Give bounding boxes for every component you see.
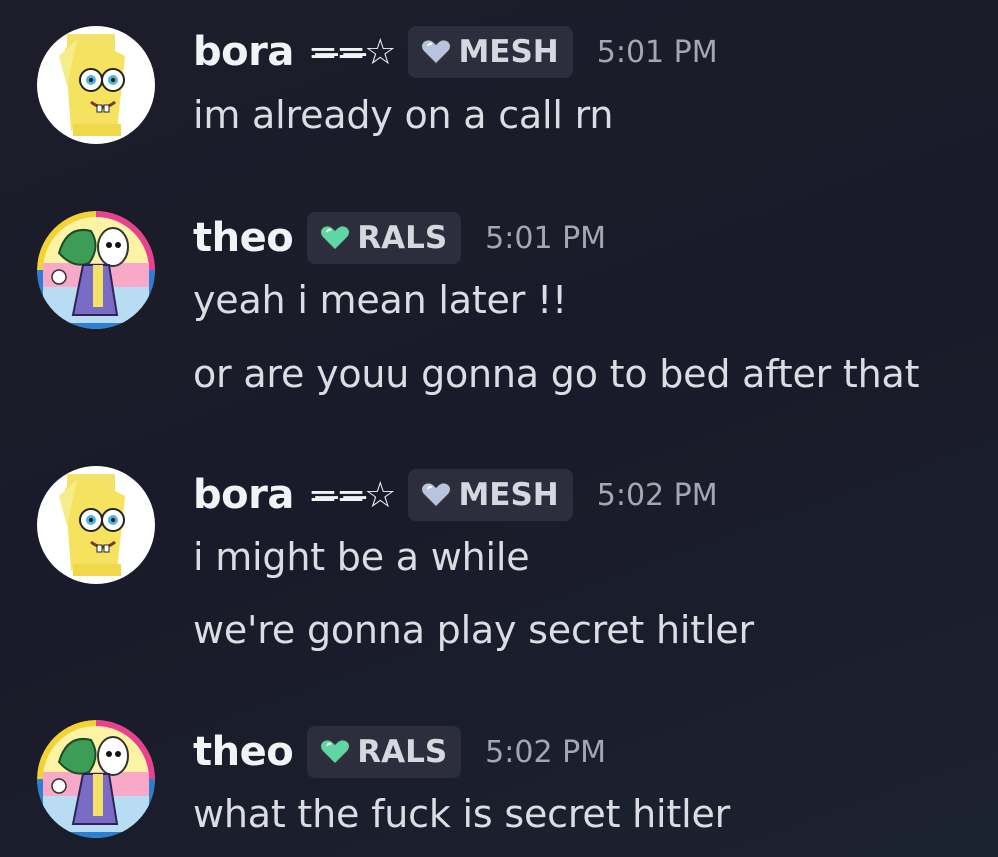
message-text: i might be a while <box>193 535 530 579</box>
message-text: what the fuck is secret hitler <box>193 792 731 836</box>
name-decoration: =̶=̶☆ <box>307 474 397 516</box>
message-text: we're gonna play secret hitler <box>193 608 754 652</box>
username[interactable]: theo <box>193 729 294 775</box>
server-tag-label: RALS <box>357 734 448 770</box>
server-tag[interactable]: RALS <box>307 212 462 264</box>
timestamp[interactable]: 5:02 PM <box>485 735 606 770</box>
server-tag[interactable]: MESH <box>408 26 573 78</box>
green-character-avatar-icon <box>37 211 155 329</box>
name-decoration: =̶=̶☆ <box>307 31 397 73</box>
server-tag[interactable]: MESH <box>408 469 573 521</box>
username[interactable]: bora <box>193 472 294 518</box>
avatar[interactable] <box>37 26 155 144</box>
heart-icon <box>420 481 452 509</box>
server-tag-label: RALS <box>357 220 448 256</box>
timestamp[interactable]: 5:01 PM <box>485 221 606 256</box>
heart-icon <box>319 224 351 252</box>
green-character-avatar-icon <box>37 720 155 838</box>
server-tag[interactable]: RALS <box>307 726 462 778</box>
spongebob-avatar-icon <box>37 26 155 144</box>
server-tag-label: MESH <box>458 477 559 513</box>
spongebob-avatar-icon <box>37 466 155 584</box>
avatar[interactable] <box>37 720 155 838</box>
heart-icon <box>319 738 351 766</box>
message-text: yeah i mean later !! <box>193 278 568 322</box>
server-tag-label: MESH <box>458 34 559 70</box>
timestamp[interactable]: 5:01 PM <box>597 35 718 70</box>
timestamp[interactable]: 5:02 PM <box>597 478 718 513</box>
message-text: im already on a call rn <box>193 93 614 137</box>
username[interactable]: theo <box>193 215 294 261</box>
heart-icon <box>420 38 452 66</box>
message-text: or are youu gonna go to bed after that <box>193 352 920 396</box>
avatar[interactable] <box>37 466 155 584</box>
avatar[interactable] <box>37 211 155 329</box>
username[interactable]: bora <box>193 29 294 75</box>
